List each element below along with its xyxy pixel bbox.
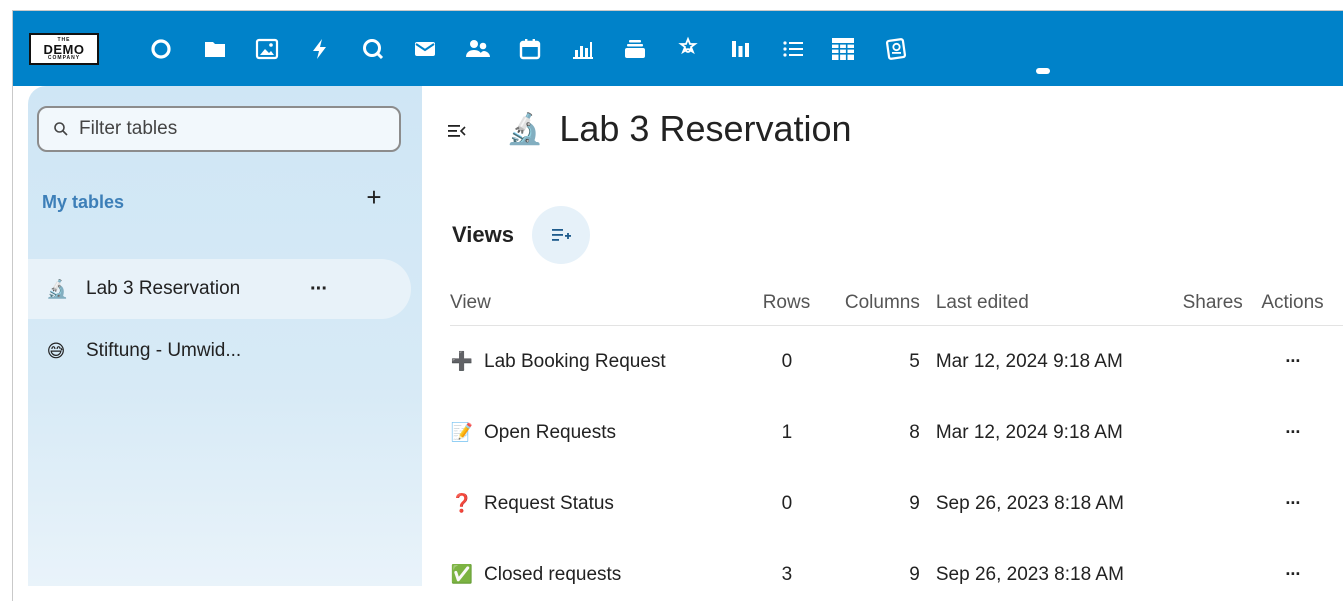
sidebar: My tables + 🔬 Lab 3 Reservation ··· 😅 St… — [28, 86, 422, 586]
column-header-shares[interactable]: Shares — [1182, 281, 1262, 326]
filter-tables-input[interactable] — [77, 117, 381, 141]
dashboard-icon[interactable] — [147, 35, 175, 63]
calendar-icon[interactable] — [516, 35, 544, 63]
sweat-smile-icon: 😅 — [46, 340, 66, 361]
files-icon[interactable] — [201, 35, 229, 63]
microscope-icon: 🔬 — [506, 112, 544, 146]
column-header-rows[interactable]: Rows — [710, 281, 811, 326]
last-edited: Sep 26, 2023 8:18 AM — [935, 492, 1124, 514]
contacts-icon[interactable] — [464, 35, 492, 63]
microscope-icon: 🔬 — [46, 278, 69, 299]
actions-menu-icon[interactable]: ··· — [1285, 564, 1301, 585]
row-count: 0 — [781, 492, 793, 514]
stats-icon[interactable] — [727, 35, 755, 63]
view-name[interactable]: Request Status — [484, 493, 614, 514]
add-view-icon — [552, 229, 571, 241]
column-header-actions: Actions — [1261, 281, 1343, 326]
sidebar-item-stiftung[interactable]: 😅 Stiftung - Umwid... — [28, 321, 411, 381]
actions-menu-icon[interactable]: ··· — [1285, 351, 1301, 372]
page-title-row: 🔬 Lab 3 Reservation — [506, 108, 852, 150]
collectives-icon[interactable] — [674, 35, 702, 63]
plus-icon: ➕ — [450, 350, 474, 371]
table-row[interactable]: 📝 Open Requests 1 8 Mar 12, 2024 9:18 AM … — [450, 397, 1343, 468]
forms-icon[interactable] — [883, 35, 911, 63]
shares-cell — [1183, 326, 1262, 398]
collapse-sidebar-icon — [448, 125, 466, 137]
logo-bottom-text: COMPANY — [47, 54, 81, 61]
company-logo[interactable]: THE DEMO COMPANY — [29, 33, 99, 65]
row-count: 3 — [781, 563, 793, 585]
app-window: THE DEMO COMPANY Filter tables My tables… — [12, 10, 1343, 601]
column-count: 9 — [909, 492, 920, 514]
sidebar-item-lab-3-reservation[interactable]: 🔬 Lab 3 Reservation ··· — [28, 259, 411, 319]
shares-cell — [1183, 539, 1262, 601]
column-header-last-edited[interactable]: Last edited — [919, 281, 1183, 326]
active-app-indicator — [1036, 68, 1050, 74]
view-name[interactable]: Lab Booking Request — [484, 351, 666, 372]
actions-menu-icon[interactable]: ··· — [1285, 493, 1301, 514]
add-view-button[interactable] — [532, 206, 590, 264]
analytics-icon[interactable] — [569, 35, 597, 63]
row-count: 0 — [781, 350, 793, 372]
my-tables-heading: My tables — [42, 192, 125, 212]
row-count: 1 — [781, 421, 793, 443]
photos-icon[interactable] — [253, 35, 281, 63]
column-count: 9 — [909, 563, 920, 585]
search-icon[interactable] — [359, 35, 387, 63]
last-edited: Mar 12, 2024 9:18 AM — [935, 350, 1123, 372]
view-name[interactable]: Open Requests — [484, 422, 616, 443]
tables-icon[interactable] — [829, 35, 857, 63]
top-navigation-bar: THE DEMO COMPANY — [13, 11, 1343, 86]
tasks-icon[interactable] — [779, 35, 807, 63]
search-icon — [54, 122, 68, 136]
mail-icon[interactable] — [411, 35, 439, 63]
main-content: 🔬 Lab 3 Reservation Views View Rows Colu… — [422, 86, 1343, 601]
memo-icon: 📝 — [450, 421, 474, 442]
activity-icon[interactable] — [306, 35, 334, 63]
column-header-view[interactable]: View — [450, 281, 711, 326]
filter-tables-field[interactable] — [37, 106, 401, 152]
last-edited: Sep 26, 2023 8:18 AM — [935, 563, 1124, 585]
question-mark-icon: ❓ — [450, 492, 474, 513]
table-row[interactable]: ❓ Request Status 0 9 Sep 26, 2023 8:18 AM… — [450, 468, 1343, 539]
actions-menu-icon[interactable]: ··· — [1285, 422, 1301, 443]
check-mark-icon: ✅ — [450, 563, 474, 584]
page-title: Lab 3 Reservation — [559, 108, 852, 149]
sidebar-item-label: Stiftung - Umwid... — [86, 340, 242, 361]
views-heading: Views — [452, 222, 514, 247]
toggle-sidebar-button[interactable] — [444, 118, 470, 144]
last-edited: Mar 12, 2024 9:18 AM — [935, 421, 1123, 443]
more-options-icon[interactable]: ··· — [310, 278, 328, 301]
content-area: My tables + 🔬 Lab 3 Reservation ··· 😅 St… — [13, 86, 1343, 601]
table-row[interactable]: ➕ Lab Booking Request 0 5 Mar 12, 2024 9:… — [450, 326, 1343, 398]
shares-cell — [1183, 397, 1262, 468]
deck-icon[interactable] — [621, 35, 649, 63]
table-header-row: View Rows Columns Last edited Shares Act… — [450, 281, 1343, 326]
view-name[interactable]: Closed requests — [484, 564, 621, 585]
add-table-button[interactable]: + — [359, 182, 389, 212]
logo-main-text: DEMO — [43, 41, 85, 57]
column-count: 8 — [909, 421, 920, 443]
column-count: 5 — [909, 350, 920, 372]
column-header-columns[interactable]: Columns — [810, 281, 920, 326]
table-row[interactable]: ✅ Closed requests 3 9 Sep 26, 2023 8:18 A… — [450, 539, 1343, 601]
sidebar-item-label: Lab 3 Reservation — [86, 278, 241, 299]
views-table: View Rows Columns Last edited Shares Act… — [450, 281, 1343, 601]
shares-cell — [1183, 468, 1262, 539]
